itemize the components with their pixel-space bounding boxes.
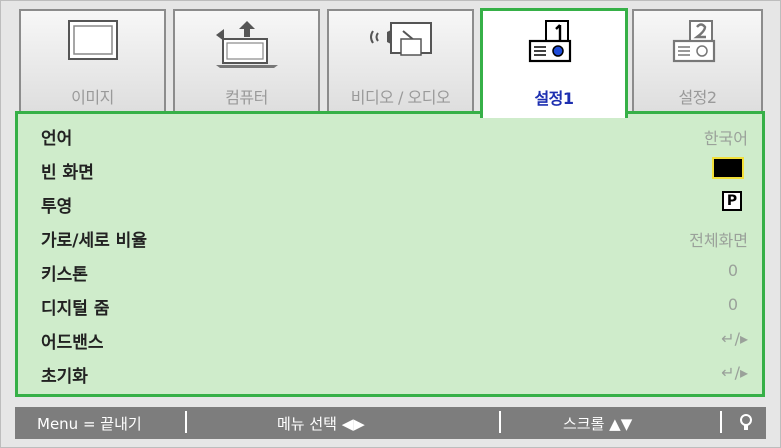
black-screen-icon: [712, 157, 744, 179]
tab-label: 이미지: [71, 88, 114, 107]
row-label: 투영: [41, 197, 73, 217]
video-audio-icon: [365, 17, 437, 73]
menu-row-reset[interactable]: 초기화 ↵/▸: [18, 356, 762, 388]
divider: [720, 411, 722, 433]
lightbulb-icon: [739, 413, 753, 437]
row-value: 0: [727, 261, 738, 280]
menu-row-projection[interactable]: 투영 P: [18, 186, 762, 218]
divider: [185, 411, 187, 433]
monitor-icon: [65, 17, 121, 71]
menu-row-keystone[interactable]: 키스톤 0: [18, 254, 762, 286]
row-label: 언어: [41, 129, 73, 149]
tab-label: 비디오 / 오디오: [350, 88, 451, 107]
enter-arrow-icon: ↵/▸: [721, 363, 748, 382]
projection-p-icon: P: [722, 191, 742, 211]
menu-row-blank-screen[interactable]: 빈 화면: [18, 152, 762, 184]
laptop-icon: [212, 17, 282, 73]
enter-arrow-icon: ↵/▸: [721, 329, 748, 348]
tab-label: 설정2: [678, 88, 717, 107]
settings2-projector-icon: [668, 17, 728, 77]
divider: [499, 411, 501, 433]
row-label: 디지털 줌: [41, 299, 110, 319]
menu-row-digital-zoom[interactable]: 디지털 줌 0: [18, 288, 762, 320]
settings-panel: 언어 한국어 빈 화면 투영 P 가로/세로 비율 전체화면 키스톤 0 디지털…: [15, 111, 765, 397]
row-value: 한국어: [703, 129, 748, 148]
tab-settings2[interactable]: 설정2: [632, 9, 763, 111]
tab-label: 설정1: [534, 89, 574, 108]
tab-video-audio[interactable]: 비디오 / 오디오: [327, 9, 474, 111]
row-label: 초기화: [41, 367, 88, 387]
tab-image[interactable]: 이미지: [19, 9, 166, 111]
row-label: 빈 화면: [41, 163, 94, 183]
settings1-projector-icon: [524, 17, 584, 77]
scroll-hint: 스크롤 ▲▼: [563, 415, 633, 433]
status-bar: Menu = 끝내기 메뉴 선택 ◀▶ 스크롤 ▲▼: [15, 407, 766, 439]
tab-settings1[interactable]: 설정1: [480, 8, 628, 118]
menu-select-hint: 메뉴 선택 ◀▶: [277, 415, 365, 433]
row-label: 키스톤: [41, 265, 88, 285]
row-value: 0: [727, 295, 738, 314]
row-value: 전체화면: [689, 231, 748, 250]
tab-label: 컴퓨터: [225, 88, 268, 107]
menu-exit-hint: Menu = 끝내기: [37, 415, 142, 433]
tab-computer[interactable]: 컴퓨터: [173, 9, 320, 111]
row-label: 가로/세로 비율: [41, 231, 147, 251]
menu-row-aspect-ratio[interactable]: 가로/세로 비율 전체화면: [18, 220, 762, 252]
row-label: 어드밴스: [41, 333, 104, 353]
menu-row-advanced[interactable]: 어드밴스 ↵/▸: [18, 322, 762, 354]
menu-row-language[interactable]: 언어 한국어: [18, 118, 762, 150]
